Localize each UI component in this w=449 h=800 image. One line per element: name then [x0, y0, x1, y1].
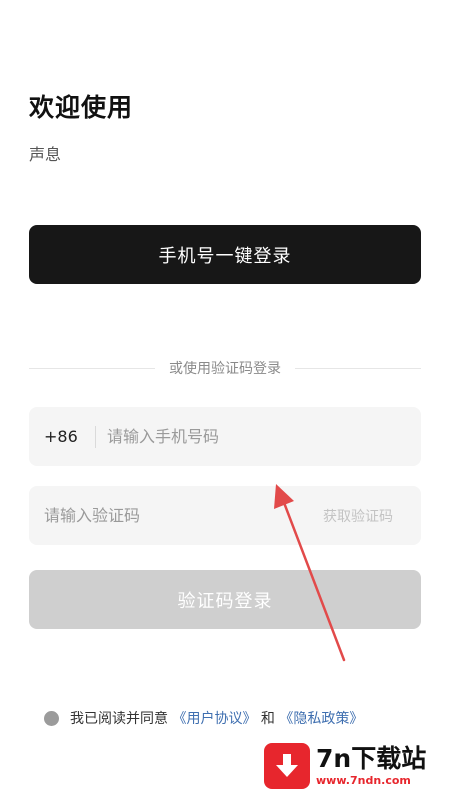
user-agreement-link[interactable]: 《用户协议》 — [172, 711, 256, 727]
agreement-and: 和 — [260, 711, 275, 727]
agreement-row: 我已阅读并同意 《用户协议》 和 《隐私政策》 — [44, 707, 394, 731]
annotation-arrow-icon — [274, 484, 346, 662]
privacy-policy-link[interactable]: 《隐私政策》 — [279, 711, 363, 727]
watermark: 7n下载站 www.7ndn.com — [264, 738, 444, 794]
watermark-url: www.7ndn.com — [316, 774, 411, 787]
agreement-text: 我已阅读并同意 《用户协议》 和 《隐私政策》 — [70, 707, 363, 731]
agreement-prefix: 我已阅读并同意 — [70, 711, 168, 727]
watermark-title: 7n下载站 — [316, 744, 427, 773]
download-arrow-icon — [264, 743, 310, 789]
agreement-checkbox[interactable] — [44, 711, 59, 726]
